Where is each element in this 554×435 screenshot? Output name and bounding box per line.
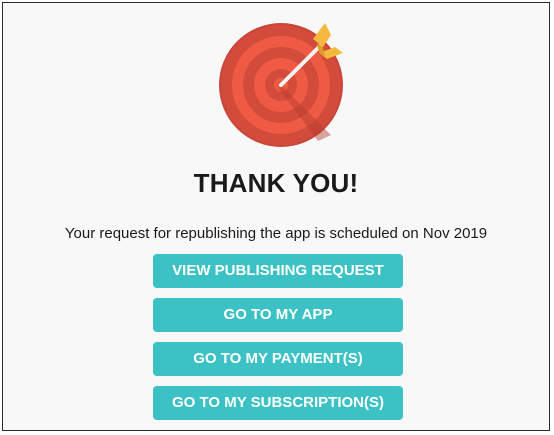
confirmation-message: Your request for republishing the app is… (64, 225, 488, 242)
view-publishing-request-button[interactable]: VIEW PUBLISHING REQUEST (153, 254, 403, 288)
target-arrow-icon (213, 17, 349, 147)
go-to-my-app-button[interactable]: GO TO MY APP (153, 298, 403, 332)
thank-you-panel: THANK YOU! Your request for republishing… (2, 2, 550, 431)
page-title: THANK YOU! (193, 168, 359, 198)
go-to-my-subscriptions-button[interactable]: GO TO MY SUBSCRIPTION(S) (153, 386, 403, 420)
go-to-my-payments-button[interactable]: GO TO MY PAYMENT(S) (153, 342, 403, 376)
